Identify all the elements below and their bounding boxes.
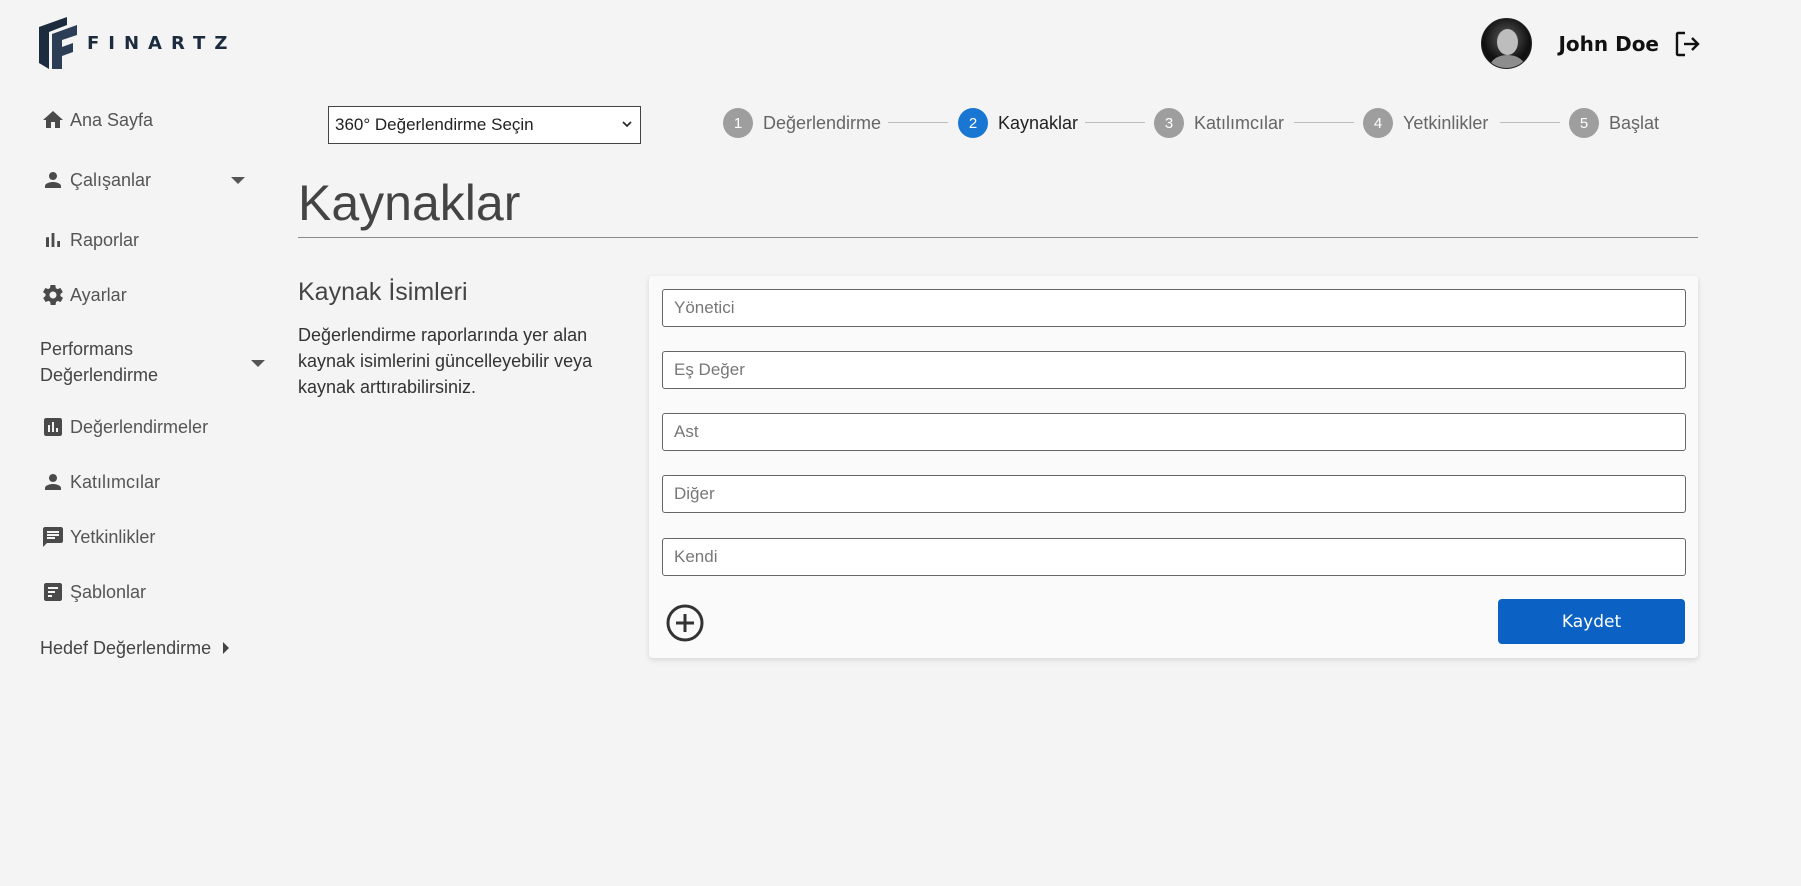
step-number: 3 (1154, 108, 1184, 138)
sidebar-item-home[interactable]: Ana Sayfa (40, 106, 153, 134)
source-field-other[interactable] (662, 475, 1686, 513)
user-avatar[interactable] (1481, 18, 1533, 69)
step-number: 4 (1363, 108, 1393, 138)
step-connector (1085, 122, 1145, 123)
sidebar-item-evaluations[interactable]: Değerlendirmeler (40, 413, 208, 441)
user-name: John Doe (1558, 31, 1659, 56)
section-title: Kaynak İsimleri (298, 278, 468, 306)
sidebar-item-label: Değerlendirmeler (70, 416, 209, 437)
sidebar-item-label: Ayarlar (70, 284, 127, 305)
bar-chart-icon (40, 227, 66, 253)
user-menu: John Doe (1481, 18, 1703, 69)
sidebar-item-label: Şablonlar (70, 581, 147, 602)
finartz-logo-icon (39, 17, 77, 69)
step-label: Katılımcılar (1194, 112, 1285, 133)
sidebar-item-label: Ana Sayfa (70, 109, 154, 130)
home-icon (40, 107, 66, 133)
sidebar-item-settings[interactable]: Ayarlar (40, 281, 127, 309)
chevron-right-icon (223, 642, 230, 654)
sidebar-item-label: Katılımcılar (70, 471, 161, 492)
brand-name: FINARTZ (87, 32, 237, 54)
title-divider (298, 237, 1698, 238)
step-number: 2 (958, 108, 988, 138)
chevron-down-icon[interactable] (231, 177, 245, 184)
gear-icon (40, 282, 66, 308)
message-icon (40, 524, 66, 550)
step-label: Başlat (1609, 112, 1660, 133)
sources-card: Kaydet (649, 276, 1698, 658)
chevron-down-icon[interactable] (251, 360, 265, 367)
progress-stepper: 1 Değerlendirme 2 Kaynaklar 3 Katılımcıl… (723, 108, 1659, 138)
sidebar-item-templates[interactable]: Şablonlar (40, 578, 146, 606)
evaluation-select-value: 360° Değerlendirme Seçin (335, 115, 534, 134)
step-label: Kaynaklar (998, 112, 1079, 133)
source-field-peer[interactable] (662, 351, 1686, 389)
step-evaluation[interactable]: 1 Değerlendirme (723, 108, 881, 138)
step-connector (1294, 122, 1354, 123)
source-field-subordinate[interactable] (662, 413, 1686, 451)
chart-box-icon (40, 414, 66, 440)
sidebar-item-participants[interactable]: Katılımcılar (40, 468, 160, 496)
step-number: 5 (1569, 108, 1599, 138)
sidebar-item-label: Yetkinlikler (70, 526, 156, 547)
sidebar-item-competencies[interactable]: Yetkinlikler (40, 523, 155, 551)
save-button[interactable]: Kaydet (1498, 599, 1685, 644)
sidebar-item-label: Raporlar (70, 229, 140, 250)
source-field-self[interactable] (662, 538, 1686, 576)
plus-circle-icon[interactable] (665, 603, 705, 643)
template-icon (40, 579, 66, 605)
sidebar-section-label: Hedef Değerlendirme (40, 638, 212, 658)
chevron-down-icon (622, 121, 632, 128)
page-title: Kaynaklar (298, 175, 521, 231)
step-sources[interactable]: 2 Kaynaklar (958, 108, 1078, 138)
sidebar-section-performance[interactable]: Performans Değerlendirme (40, 336, 190, 388)
step-start[interactable]: 5 Başlat (1569, 108, 1659, 138)
step-number: 1 (723, 108, 753, 138)
section-description: Değerlendirme raporlarında yer alan kayn… (298, 325, 593, 397)
step-connector (888, 122, 948, 123)
step-connector (1500, 122, 1560, 123)
source-field-manager[interactable] (662, 289, 1686, 327)
step-label: Yetkinlikler (1403, 112, 1489, 133)
step-participants[interactable]: 3 Katılımcılar (1154, 108, 1284, 138)
sidebar-item-employees[interactable]: Çalışanlar (40, 166, 151, 194)
step-competencies[interactable]: 4 Yetkinlikler (1363, 108, 1488, 138)
brand-logo[interactable]: FINARTZ (39, 17, 236, 69)
sidebar-section-goal[interactable]: Hedef Değerlendirme (40, 635, 270, 661)
sidebar-item-reports[interactable]: Raporlar (40, 226, 139, 254)
person-icon (40, 469, 66, 495)
person-icon (40, 167, 66, 193)
step-label: Değerlendirme (763, 112, 882, 133)
evaluation-select[interactable]: 360° Değerlendirme Seçin (328, 106, 641, 144)
sidebar-item-label: Çalışanlar (70, 169, 152, 190)
logout-icon[interactable] (1673, 29, 1703, 59)
